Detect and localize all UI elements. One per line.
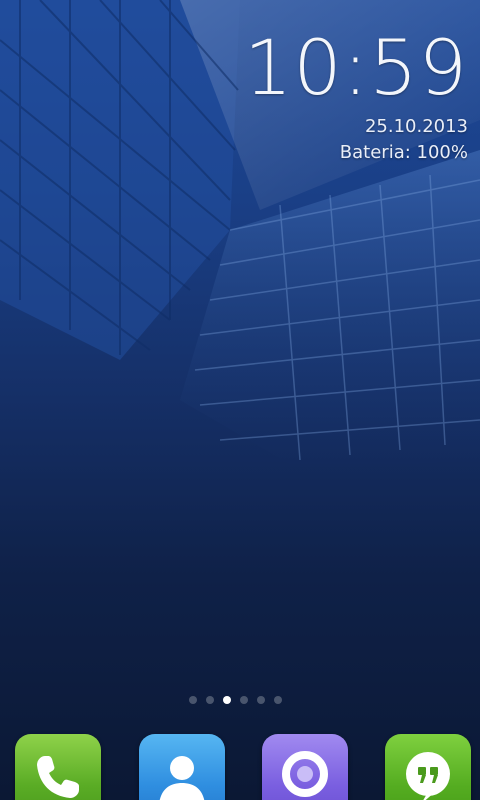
hangouts-app-button[interactable] — [385, 734, 471, 800]
page-dot — [273, 696, 282, 704]
page-dot-active — [222, 696, 231, 704]
browser-app-button[interactable] — [262, 734, 348, 800]
app-dock — [0, 734, 480, 800]
clock-time: 10:59 — [243, 23, 468, 112]
page-dot — [239, 696, 248, 704]
home-screen: 10:59 25.10.2013 Bateria: 100% — [0, 0, 480, 800]
clock-date: 25.10.2013 — [364, 116, 468, 137]
phone-icon — [37, 756, 79, 798]
page-dot — [205, 696, 214, 704]
page-dot — [256, 696, 265, 704]
contacts-icon — [159, 756, 205, 800]
page-indicator — [0, 696, 480, 704]
page-dot — [188, 696, 197, 704]
hangouts-icon — [406, 752, 450, 800]
clock-widget[interactable]: 10:59 25.10.2013 Bateria: 100% — [244, 26, 468, 166]
contacts-app-button[interactable] — [139, 734, 225, 800]
phone-app-button[interactable] — [15, 734, 101, 800]
browser-icon — [282, 751, 328, 797]
battery-status: Bateria: 100% — [339, 142, 468, 163]
